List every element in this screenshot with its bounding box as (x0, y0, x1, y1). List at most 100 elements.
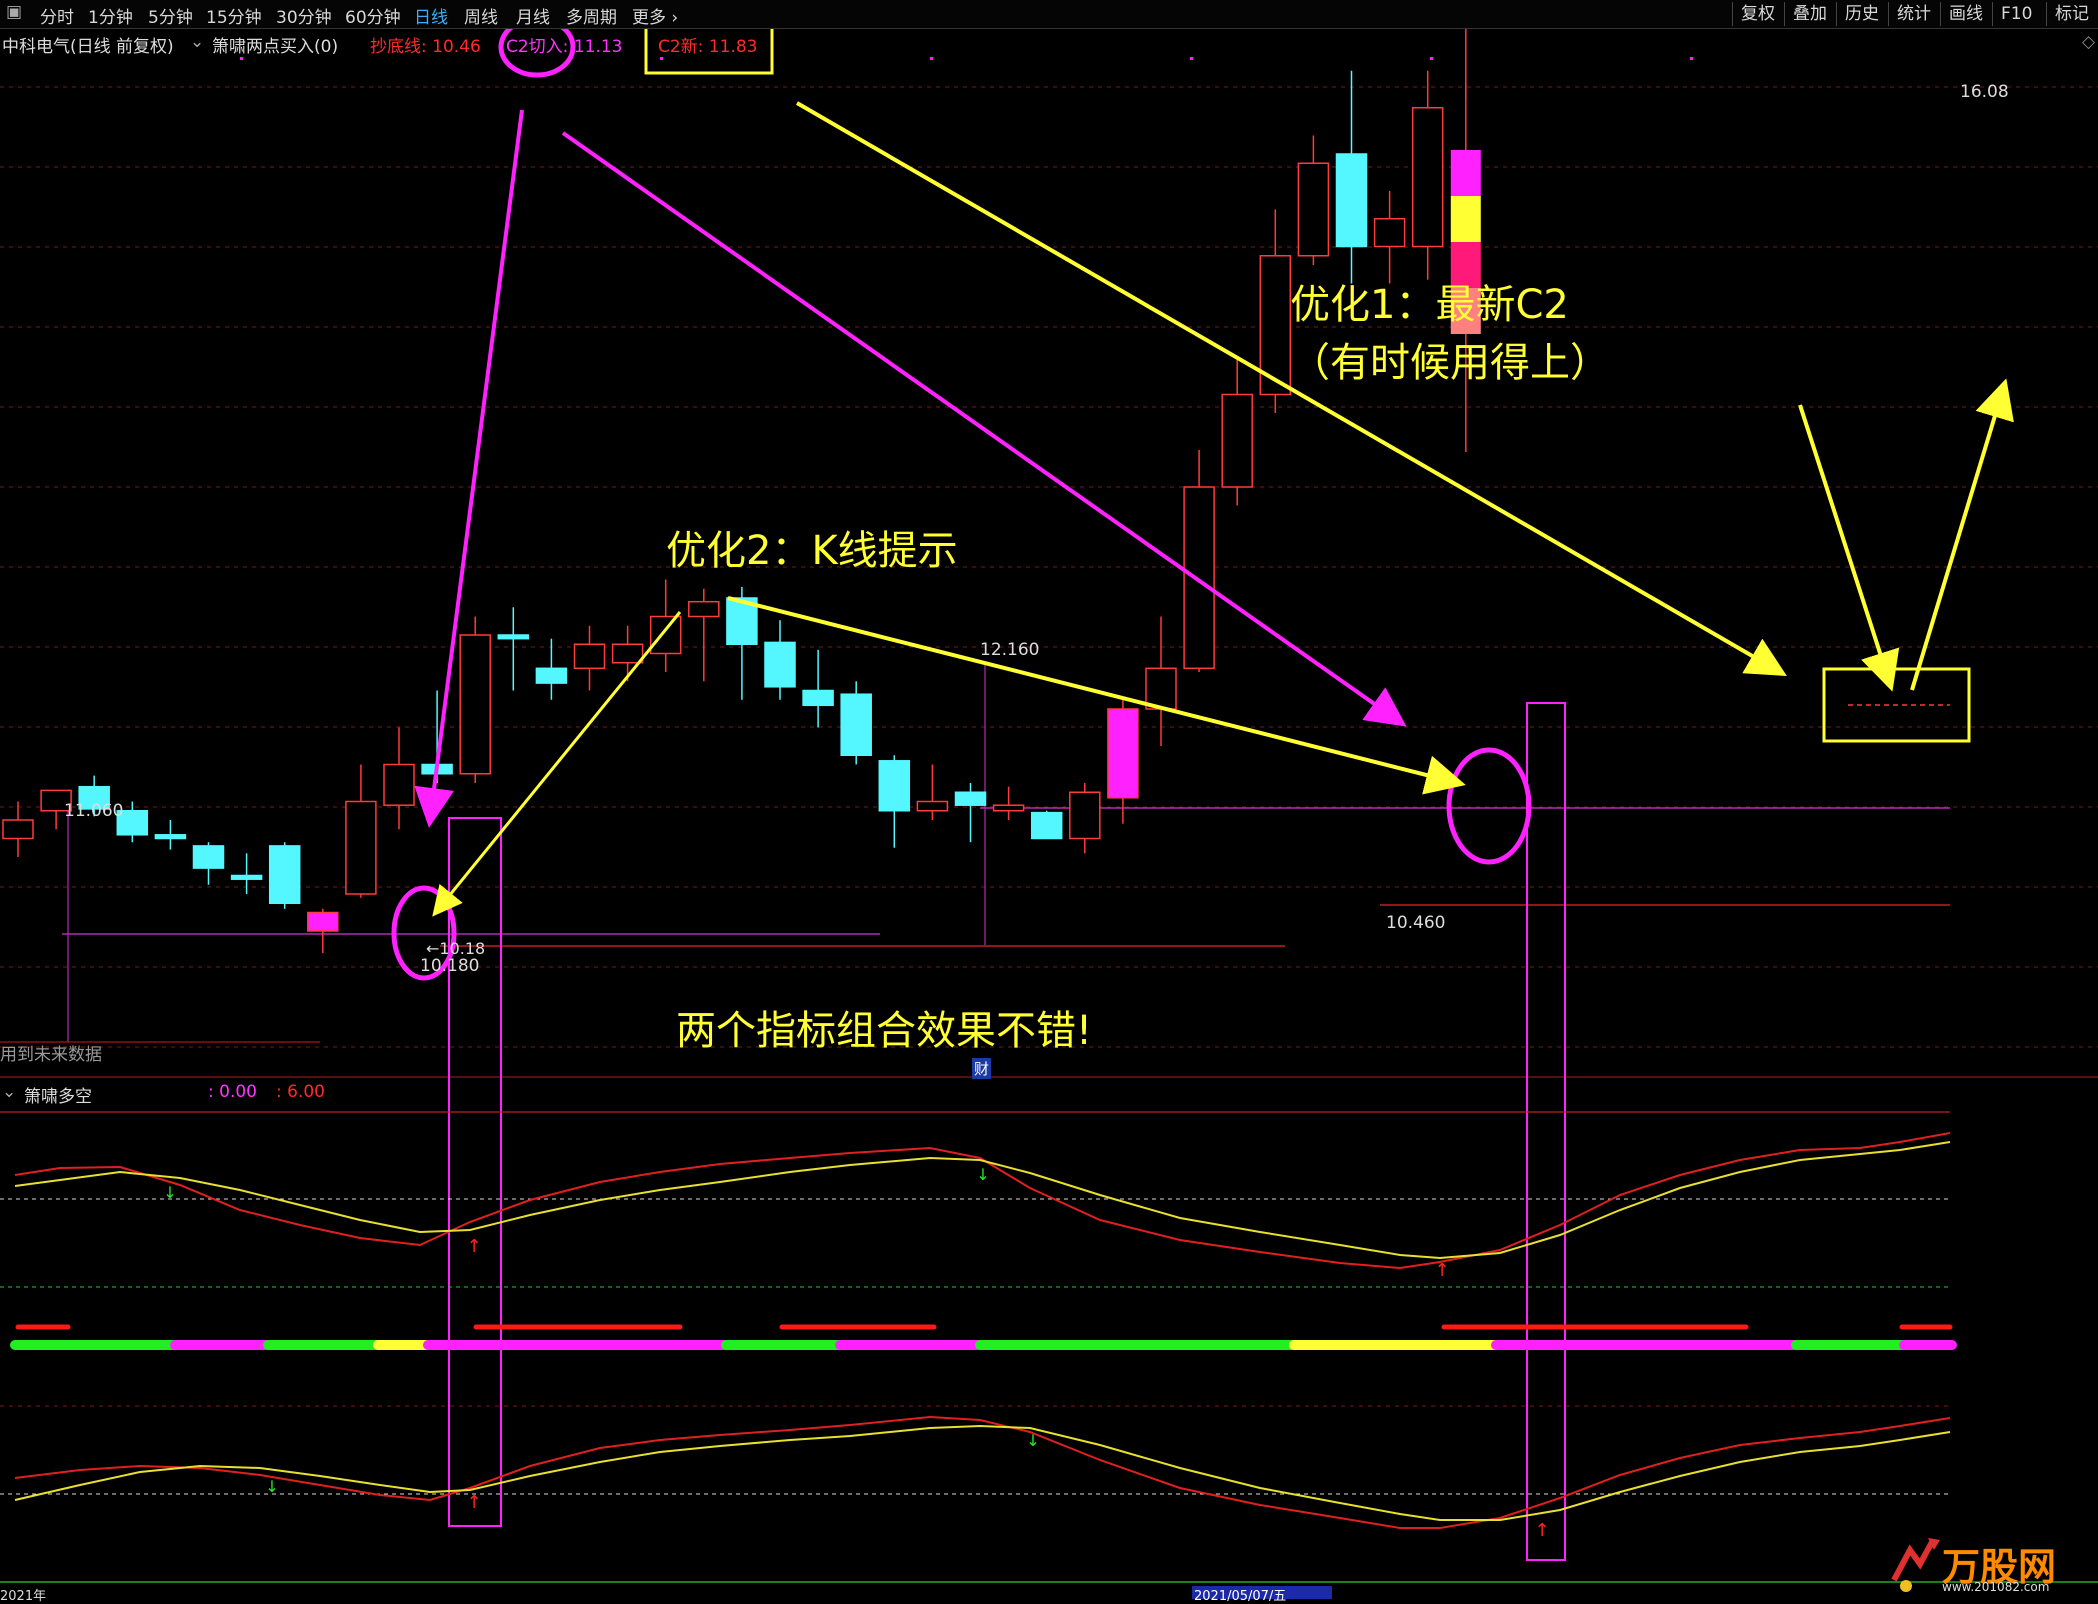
tab-period-daily[interactable]: 日线 (414, 3, 448, 28)
annotation-optimization-2: 优化2：K线提示 (666, 528, 958, 574)
candle-body[interactable] (268, 845, 301, 905)
indicator-name[interactable]: 箫啸两点买入(0) (212, 32, 338, 57)
down-arrow-marker: ↓ (163, 1183, 176, 1202)
candle-body[interactable] (1335, 153, 1368, 248)
tab-period-5min[interactable]: 5分钟 (148, 3, 193, 28)
annotation-optimization-1: 优化1：最新C2 (1290, 282, 1569, 328)
candle-body[interactable] (1069, 791, 1101, 840)
candle-body[interactable] (688, 600, 720, 618)
arrow-c2new-to-target (795, 101, 1787, 677)
candle-body[interactable] (459, 634, 491, 775)
candle-body[interactable] (1183, 486, 1215, 670)
up-arrow-marker: ↑ (1534, 1520, 1549, 1541)
button-tongji[interactable]: 统计 (1888, 2, 1939, 26)
candle-body[interactable] (2, 819, 34, 840)
chart-canvas[interactable]: ↓ ↓ ↑ ↑ ↓ ↓ ↑ ↑ (0, 0, 2098, 1599)
candle-body[interactable] (1145, 667, 1177, 710)
candle-body[interactable] (535, 667, 568, 684)
button-huaxian[interactable]: 画线 (1940, 2, 1991, 26)
button-fuquan[interactable]: 复权 (1732, 2, 1783, 26)
indicator-panel-lower: ↓ ↓ ↑ ↑ (0, 1405, 2098, 1583)
stock-title: 中科电气(日线 前复权) (2, 37, 174, 57)
candle-body[interactable] (345, 800, 377, 895)
candle-body[interactable] (992, 804, 1025, 812)
tab-period-fenshi[interactable]: 分时 (40, 3, 74, 28)
collapse-right-icon[interactable]: ◇ (2082, 32, 2095, 52)
candle-body[interactable] (1221, 393, 1253, 488)
candle-body[interactable] (230, 874, 263, 880)
up-arrow-marker: ↑ (466, 1236, 481, 1257)
candle-body[interactable] (1107, 708, 1139, 799)
candle-body[interactable] (307, 911, 339, 932)
candle-body[interactable] (383, 763, 415, 806)
down-arrow-marker: ↓ (976, 1165, 989, 1184)
candle-body[interactable] (1411, 107, 1444, 248)
candle-body[interactable] (649, 615, 682, 655)
candle-body[interactable] (802, 689, 834, 707)
candle-body[interactable] (1373, 218, 1406, 248)
c2-entry-value: C2切入: 11.13 (506, 37, 623, 57)
price-label-top-high: 16.08 (1960, 82, 2009, 102)
tab-period-60min[interactable]: 60分钟 (345, 3, 401, 28)
candle-body[interactable] (1297, 162, 1330, 257)
trend-arrow-icon (1891, 1540, 1935, 1582)
window-icon[interactable]: ▣ (6, 2, 22, 22)
indicator-panel-upper: ↓ ↓ ↑ ↑ (0, 1111, 1951, 1288)
price-label-low-left: 10.180 (420, 956, 480, 976)
sub-indicator-value-2: : 6.00 (276, 1082, 325, 1102)
arrow-to-target-down (1798, 404, 1900, 692)
future-data-note: 用到未来数据 (0, 1045, 102, 1065)
tab-period-multi[interactable]: 多周期 (566, 3, 617, 28)
more-label: 更多 (632, 8, 666, 28)
button-biaoji[interactable]: 标记 (2046, 2, 2097, 26)
candle-body[interactable] (764, 641, 796, 688)
main-grid (0, 86, 2098, 1048)
signal-column-left (448, 817, 502, 1527)
k-hint-circle-right (1446, 747, 1532, 865)
bottom-line-value: 抄底线: 10.46 (370, 37, 481, 57)
candle-body[interactable] (154, 834, 187, 840)
candle-body[interactable] (611, 643, 644, 664)
candle-body[interactable] (573, 643, 606, 670)
candle-body[interactable] (497, 634, 530, 640)
bottom-date-cursor: 2021/05/07/五 (1194, 1589, 1287, 1604)
chevron-right-icon: › (671, 8, 679, 28)
tab-period-30min[interactable]: 30分钟 (276, 3, 332, 28)
tab-period-15min[interactable]: 15分钟 (206, 3, 262, 28)
down-arrow-marker: ↓ (265, 1477, 278, 1496)
arrow-c2-to-right (561, 131, 1407, 727)
candle-body[interactable] (1030, 811, 1063, 840)
sub-indicator-value-1: : 0.00 (208, 1082, 257, 1102)
tab-period-monthly[interactable]: 月线 (516, 3, 550, 28)
period-toolbar: ▣ 分时 1分钟 5分钟 15分钟 30分钟 60分钟 日线 周线 月线 多周期… (0, 0, 2098, 29)
price-label-mid-high: 12.160 (980, 640, 1040, 660)
indicator-info-bar: 中科电气(日线 前复权) ⌄ 箫啸两点买入(0) 抄底线: 10.46 C2切入… (0, 30, 2098, 57)
candle-body[interactable] (954, 791, 987, 806)
candle-body[interactable] (916, 800, 949, 812)
candle-body[interactable] (192, 845, 225, 869)
collapse-icon[interactable]: ⌄ (190, 32, 204, 52)
candle-body[interactable] (878, 760, 911, 812)
bottom-date-year: 2021年 (0, 1589, 47, 1604)
collapse-icon[interactable]: ⌄ (2, 1082, 16, 1102)
down-arrow-marker: ↓ (1026, 1431, 1039, 1450)
button-diejia[interactable]: 叠加 (1784, 2, 1835, 26)
button-f10[interactable]: F10 (1992, 2, 2040, 26)
price-label-low-arrow: ←10.18 (426, 939, 486, 958)
tab-period-more[interactable]: 更多 › (632, 3, 678, 28)
price-label-mid-low: 10.460 (1386, 913, 1446, 933)
candle-body[interactable] (840, 693, 872, 757)
sub-indicator-name[interactable]: 箫啸多空 (24, 1082, 92, 1107)
button-lishi[interactable]: 历史 (1836, 2, 1887, 26)
signal-bar-segment (1450, 150, 1481, 196)
up-arrow-marker: ↑ (1434, 1260, 1449, 1281)
tab-period-1min[interactable]: 1分钟 (88, 3, 133, 28)
tab-period-weekly[interactable]: 周线 (464, 3, 498, 28)
top-markers (240, 57, 1693, 60)
arrow-khint-right (727, 596, 1466, 795)
watermark-logo: 万股网 www.201082.com (1880, 1530, 2090, 1596)
c2-new-value: C2新: 11.83 (658, 37, 758, 57)
annotation-optimization-1-note: （有时候用得上） (1290, 340, 1610, 386)
up-arrow-marker: ↑ (466, 1492, 481, 1513)
financial-report-marker[interactable]: 财 (972, 1058, 992, 1079)
